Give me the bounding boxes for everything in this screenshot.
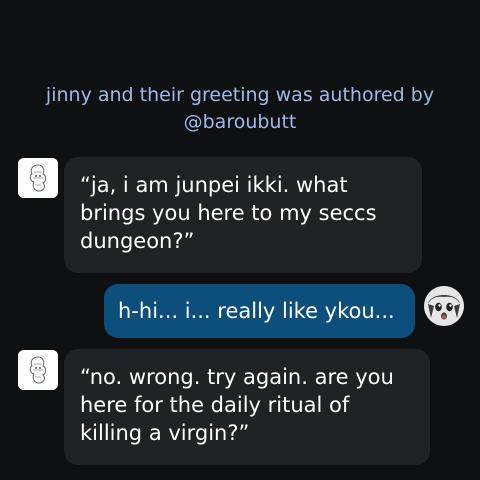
message-line: here for the daily ritual of [80,393,350,417]
user-anime-avatar-icon [424,286,464,326]
bot-avatar[interactable] [18,158,58,198]
message-line: killing a virgin?” [80,421,250,445]
message-line: “no. wrong. try again. are you [80,365,394,389]
bot-sketch-avatar-icon [18,350,58,390]
user-avatar[interactable] [424,286,464,326]
message-line: h-hi... i... really like ykou... [118,299,395,323]
message-line: brings you here to my seccs [80,201,377,225]
bot-message-bubble[interactable]: “ja, i am junpei ikki. what brings you h… [64,157,422,273]
attribution-text: jinny and their greeting was authored by [45,84,435,106]
message-line: dungeon?” [80,229,195,253]
bot-sketch-avatar-icon [18,158,58,198]
author-handle-link[interactable]: @baroubutt [0,109,480,136]
message-line: “ja, i am junpei ikki. what [80,173,348,197]
chat-screen: jinny and their greeting was authored by… [0,0,480,480]
bot-avatar[interactable] [18,350,58,390]
user-message-bubble[interactable]: h-hi... i... really like ykou... [104,284,415,338]
greeting-attribution: jinny and their greeting was authored by… [0,82,480,136]
bot-message-bubble[interactable]: “no. wrong. try again. are you here for … [64,349,430,465]
